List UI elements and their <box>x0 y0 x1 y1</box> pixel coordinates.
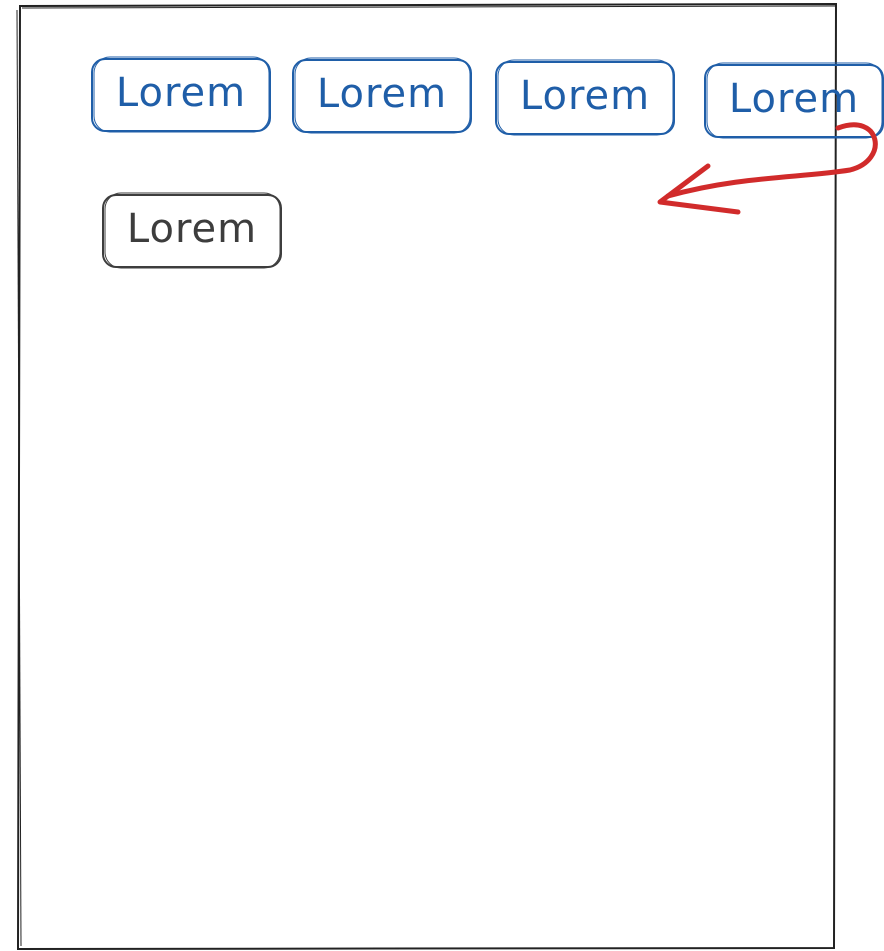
tag-label: Lorem <box>126 206 258 252</box>
tag-chip-overflowing[interactable]: Lorem <box>703 62 884 140</box>
tag-chip-wrapped[interactable]: Lorem <box>101 192 283 270</box>
container-frame <box>16 2 838 951</box>
tag-label: Lorem <box>316 71 448 117</box>
tag-chip[interactable]: Lorem <box>90 56 272 134</box>
tag-label: Lorem <box>728 76 860 122</box>
tag-label: Lorem <box>115 70 247 116</box>
tag-label: Lorem <box>519 73 651 119</box>
tag-chip[interactable]: Lorem <box>494 59 676 137</box>
tag-chip[interactable]: Lorem <box>291 57 473 135</box>
sketch-canvas: Lorem Lorem Lorem Lorem Lorem <box>0 0 884 951</box>
